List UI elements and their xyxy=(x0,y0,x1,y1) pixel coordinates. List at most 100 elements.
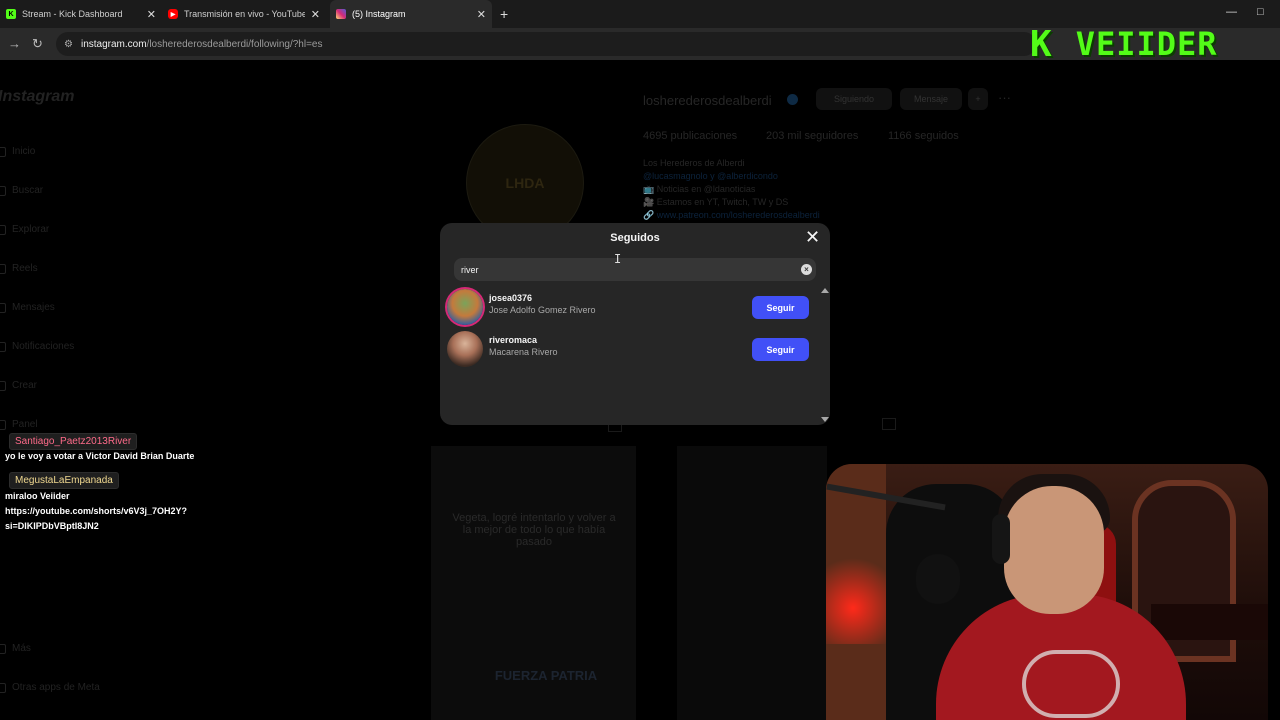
url-host: instagram.com xyxy=(80,38,147,50)
verified-badge-icon xyxy=(787,94,798,105)
nav-label: Inicio xyxy=(12,146,36,157)
home-icon xyxy=(0,146,6,157)
headset-icon xyxy=(992,514,1010,564)
hoodie-logo xyxy=(1022,650,1120,718)
maximize-button[interactable]: □ xyxy=(1257,6,1264,18)
result-full-name: Macarena Rivero xyxy=(489,347,558,357)
followers-count[interactable]: 203 mil seguidores xyxy=(766,130,858,142)
post-thumbnail[interactable] xyxy=(677,446,827,720)
result-full-name: Jose Adolfo Gomez Rivero xyxy=(489,305,596,315)
chat-message: miraloo Veiider xyxy=(5,491,70,501)
scroll-up-arrow[interactable] xyxy=(821,288,829,293)
bio-line: Los Herederos de Alberdi xyxy=(643,158,745,168)
plus-icon xyxy=(0,380,6,391)
search-icon xyxy=(0,185,6,196)
add-person-icon[interactable]: + xyxy=(968,88,988,110)
message-button[interactable]: Mensaje xyxy=(900,88,962,110)
bio-line: @lucasmagnolo y @alberdicondo xyxy=(643,171,778,181)
nav-label: Panel xyxy=(12,419,38,430)
instagram-logo: Instagram xyxy=(0,88,75,105)
post-caption: FUERZA PATRIA xyxy=(494,668,598,683)
follow-button[interactable]: Seguir xyxy=(752,296,809,319)
heart-icon xyxy=(0,341,6,352)
reels-icon xyxy=(0,263,6,274)
tab-youtube-live[interactable]: ▶ Transmisión en vivo - YouTube ✕ xyxy=(162,0,326,28)
bio-line: 🎥 Estamos en YT, Twitch, TW y DS xyxy=(643,197,789,207)
webcam-overlay xyxy=(826,464,1268,720)
nav-mensajes[interactable]: Mensajes xyxy=(0,302,55,313)
nav-explorar[interactable]: Explorar xyxy=(0,224,49,235)
tab-title: Transmisión en vivo - YouTube xyxy=(184,9,305,19)
chat-username: MegustaLaEmpanada xyxy=(9,472,119,489)
compass-icon xyxy=(0,224,6,235)
youtube-icon: ▶ xyxy=(168,9,178,19)
nav-label: Notificaciones xyxy=(12,341,75,352)
nav-label: Explorar xyxy=(12,224,50,235)
nav-label: Reels xyxy=(12,263,38,274)
nav-label: Crear xyxy=(12,380,38,391)
chat-username: Santiago_Paetz2013River xyxy=(9,433,138,450)
search-box: × xyxy=(454,258,816,281)
list-item[interactable]: riveromaca Macarena Rivero Seguir xyxy=(440,330,830,372)
following-count[interactable]: 1166 seguidos xyxy=(888,130,959,142)
chat-message: https://youtube.com/shorts/v6V3j_7OH2Y? xyxy=(5,506,188,516)
dashboard-icon xyxy=(0,419,6,430)
forward-icon[interactable]: → xyxy=(8,36,21,51)
result-username[interactable]: josea0376 xyxy=(489,293,532,303)
chat-message: si=DIKIPDbVBptI8JN2 xyxy=(5,521,99,531)
nav-notificaciones[interactable]: Notificaciones xyxy=(0,341,74,352)
tab-title: Stream - Kick Dashboard xyxy=(22,9,123,19)
microphone-icon xyxy=(916,554,960,604)
url-bar[interactable]: ⚙ instagram.com/losherederosdealberdi/fo… xyxy=(56,32,1036,56)
cam-shelf xyxy=(1151,604,1268,640)
stream-logo: K VEIIDER xyxy=(1030,23,1260,65)
follow-button[interactable]: Seguir xyxy=(752,338,809,361)
new-tab-button[interactable]: + xyxy=(500,6,508,22)
tab-kick-dashboard[interactable]: K Stream - Kick Dashboard ✕ xyxy=(0,0,162,28)
grid-icon xyxy=(0,682,6,693)
streamer-name: VEIIDER xyxy=(1075,25,1218,63)
close-tab-icon[interactable]: ✕ xyxy=(311,8,320,21)
tagged-icon[interactable] xyxy=(882,418,896,430)
result-username[interactable]: riveromaca xyxy=(489,335,537,345)
streamer-face xyxy=(1004,486,1104,614)
text-cursor-icon: I xyxy=(614,252,622,266)
tab-title: (5) Instagram xyxy=(352,9,406,19)
bio-link[interactable]: 🔗 www.patreon.com/losherederosdealberdi xyxy=(643,210,820,221)
avatar[interactable] xyxy=(447,331,483,367)
chat-message: yo le voy a votar a Victor David Brian D… xyxy=(5,451,195,461)
clear-search-icon[interactable]: × xyxy=(801,264,812,275)
instagram-icon xyxy=(336,9,346,19)
menu-icon xyxy=(0,643,6,654)
close-icon[interactable]: ✕ xyxy=(805,228,820,246)
close-tab-icon[interactable]: ✕ xyxy=(477,8,486,21)
posts-count: 4695 publicaciones xyxy=(643,130,738,142)
tab-instagram[interactable]: (5) Instagram ✕ xyxy=(330,0,492,28)
nav-label: Buscar xyxy=(12,185,44,196)
kick-icon: K xyxy=(6,9,16,19)
nav-buscar[interactable]: Buscar xyxy=(0,185,43,196)
kick-logo: K xyxy=(1030,23,1054,65)
nav-label: Otras apps de Meta xyxy=(12,682,100,693)
nav-panel[interactable]: Panel xyxy=(0,419,38,430)
url-path: /losherederosdealberdi/following/?hl=es xyxy=(146,38,323,50)
post-thumbnail[interactable]: Vegeta, logré intentarlo y volver a la m… xyxy=(431,446,636,720)
nav-label: Mensajes xyxy=(12,302,55,313)
nav-reels[interactable]: Reels xyxy=(0,263,38,274)
list-item[interactable]: josea0376 Jose Adolfo Gomez Rivero Segui… xyxy=(440,288,830,330)
minimize-button[interactable]: — xyxy=(1226,6,1237,18)
reload-icon[interactable]: ↻ xyxy=(32,36,43,52)
nav-otras-apps[interactable]: Otras apps de Meta xyxy=(0,682,100,693)
site-info-icon[interactable]: ⚙ xyxy=(64,39,73,50)
post-caption: Vegeta, logré intentarlo y volver a la m… xyxy=(452,512,616,548)
scroll-down-arrow[interactable] xyxy=(821,417,829,422)
nav-crear[interactable]: Crear xyxy=(0,380,37,391)
following-button[interactable]: Siguiendo xyxy=(816,88,892,110)
avatar[interactable] xyxy=(447,289,483,325)
bio-line: 📺 Noticias en @ldanoticias xyxy=(643,184,756,194)
nav-inicio[interactable]: Inicio xyxy=(0,146,35,157)
nav-mas[interactable]: Más xyxy=(0,643,31,654)
avatar-text: LHDA xyxy=(505,175,545,191)
close-tab-icon[interactable]: ✕ xyxy=(147,8,156,21)
more-options-icon[interactable]: ··· xyxy=(998,90,1011,105)
